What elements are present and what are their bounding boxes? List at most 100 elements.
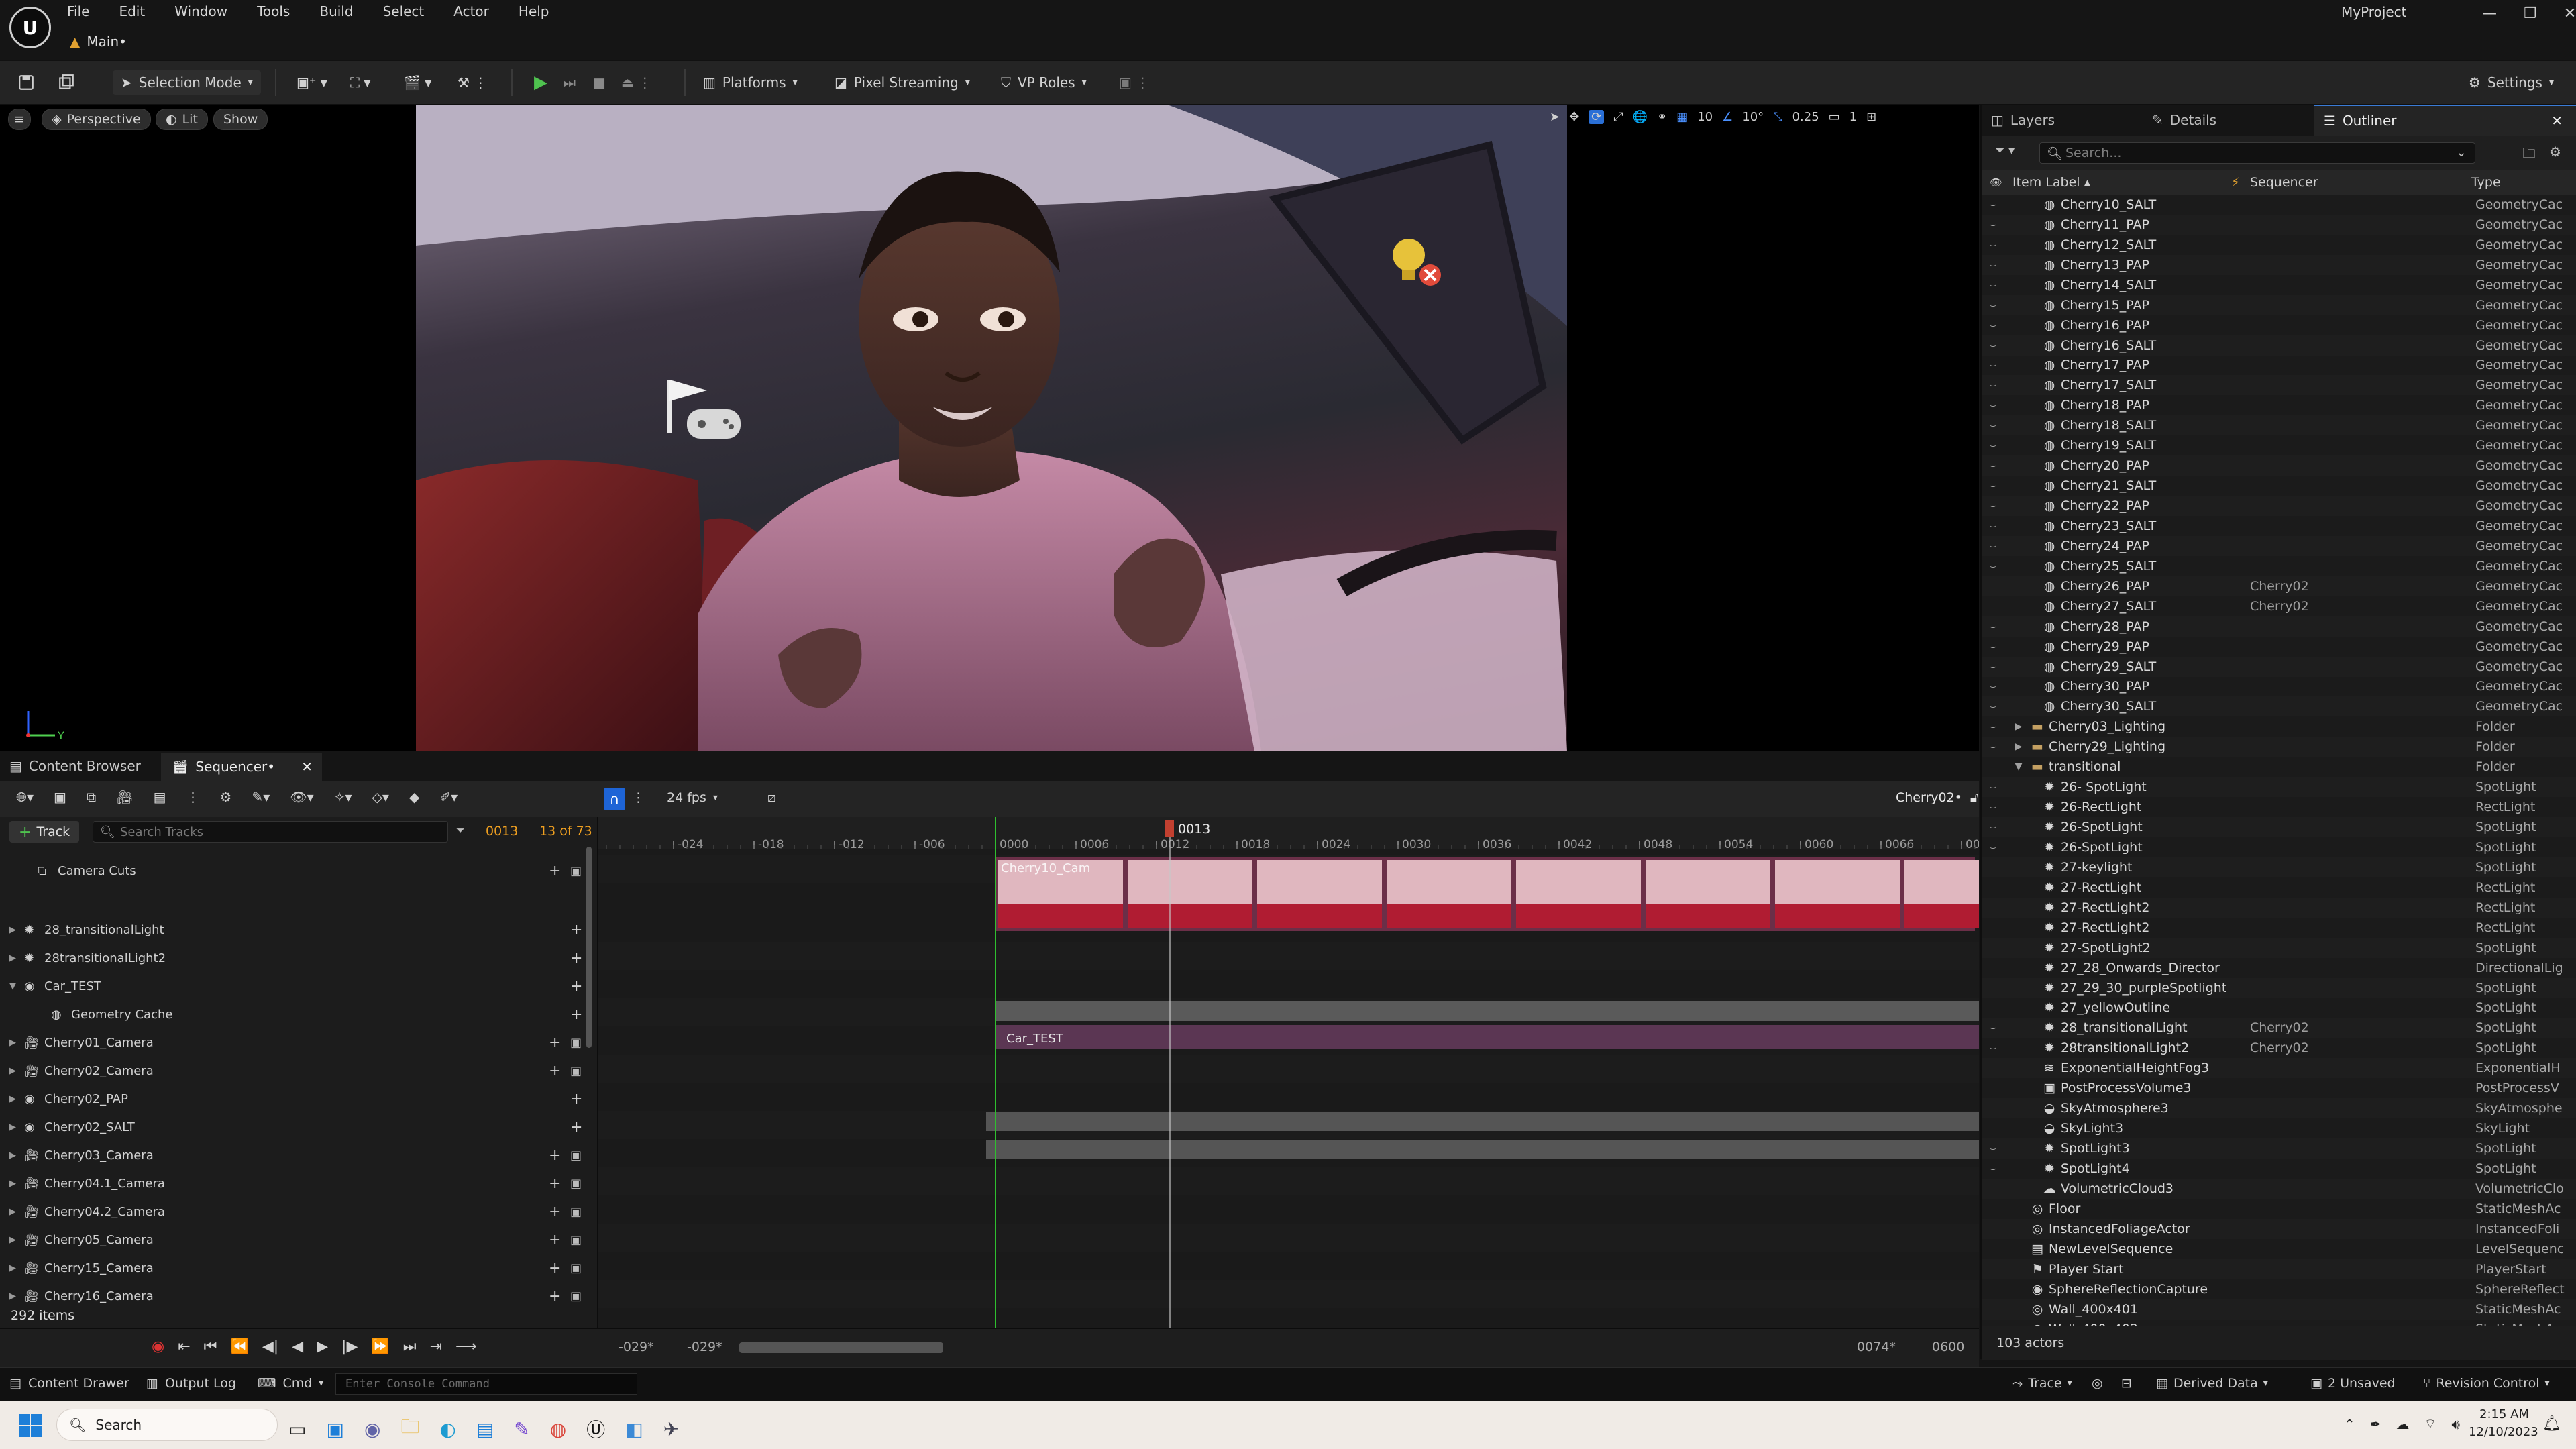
bird-app-icon[interactable]: ✈	[663, 1418, 679, 1440]
view-range-end[interactable]: 0074*	[1857, 1340, 1896, 1354]
derived-data-button[interactable]: ▦ Derived Data ▾	[2156, 1376, 2268, 1391]
track-row[interactable]: ▶ 🎥︎ Cherry05_Camera + ▣	[0, 1226, 588, 1253]
chrome-icon[interactable]: ◍	[550, 1418, 566, 1440]
visibility-eye-icon[interactable]: ⌣	[1990, 319, 2004, 331]
move-tool-icon[interactable]: ✥	[1569, 110, 1579, 124]
record-status-icon[interactable]: ◎	[2092, 1376, 2103, 1391]
filter-icon[interactable]: ⏷	[456, 824, 465, 837]
expand-arrow-right-icon[interactable]: ▶	[9, 1235, 16, 1245]
snap-magnet-icon[interactable]: ∩	[604, 788, 625, 810]
perspective-button[interactable]: ◈ Perspective	[42, 109, 151, 130]
visibility-eye-icon[interactable]: ⌣	[1990, 259, 2004, 271]
visibility-eye-icon[interactable]: ⌣	[1990, 841, 2004, 853]
add-subtrack-icon[interactable]: +	[570, 1006, 582, 1023]
visibility-eye-icon[interactable]: ⌣	[1990, 821, 2004, 833]
outliner-row[interactable]: ◒ SkyLight3 SkyLight	[1982, 1118, 2576, 1138]
rotation-snap-value[interactable]: 10°	[1742, 110, 1764, 124]
step-forward-icon[interactable]: |▶	[341, 1338, 358, 1355]
show-button[interactable]: Show	[213, 109, 268, 130]
outliner-row[interactable]: ⌣ ◍ Cherry18_PAP GeometryCac	[1982, 395, 2576, 415]
expand-arrow-down-icon[interactable]: ▼	[9, 981, 16, 991]
snap-more-icon[interactable]: ⋮	[632, 790, 645, 805]
track-row[interactable]: ▶ ◉ Cherry02_PAP +	[0, 1085, 588, 1112]
content-drawer-button[interactable]: ▤ Content Drawer	[9, 1376, 129, 1391]
playback-options-icon[interactable]: ⚙	[220, 789, 232, 805]
outliner-row[interactable]: ⌣ ◍ Cherry12_SALT GeometryCac	[1982, 235, 2576, 255]
cmd-dropdown[interactable]: ⌨ Cmd ▾	[258, 1376, 323, 1391]
visibility-eye-icon[interactable]: ⌣	[1990, 439, 2004, 451]
save-icon[interactable]	[9, 70, 43, 95]
rotation-snap-icon[interactable]: ∠	[1722, 110, 1733, 124]
visibility-eye-icon[interactable]: ⌣	[1990, 1163, 2004, 1175]
expand-arrow-right-icon[interactable]: ▶	[9, 1066, 16, 1076]
expand-arrow-right-icon[interactable]: ▶	[9, 1179, 16, 1189]
add-subtrack-icon[interactable]: +	[549, 1260, 561, 1277]
tab-layers[interactable]: ◫ Layers	[1991, 105, 2055, 136]
outliner-row[interactable]: ⌣ ✹ 26-RectLight RectLight	[1982, 797, 2576, 817]
clapboard-icon[interactable]: ▤	[154, 789, 166, 805]
unreal-taskbar-icon[interactable]: Ⓤ	[586, 1415, 605, 1442]
visibility-eye-icon[interactable]: ⌣	[1990, 419, 2004, 431]
level-viewport[interactable]: ≡ ◈ Perspective ◐ Lit Show ➤ ✥ ⟳ ⤢ 🌐 ⚭ ▦…	[0, 105, 1979, 751]
outliner-row[interactable]: ⌣ ✹ 26-SpotLight SpotLight	[1982, 817, 2576, 837]
timeline-scrollbar[interactable]	[739, 1342, 943, 1353]
console-command-input[interactable]: Enter Console Command	[335, 1373, 637, 1395]
outliner-row[interactable]: ⌣ ◍ Cherry16_PAP GeometryCac	[1982, 315, 2576, 335]
current-frame[interactable]: 0013	[486, 824, 518, 839]
menu-file[interactable]: File	[67, 3, 89, 19]
outliner-row[interactable]: ⌣ ◍ Cherry14_SALT GeometryCac	[1982, 275, 2576, 295]
menu-select[interactable]: Select	[383, 3, 425, 19]
camera-lock-icon[interactable]: ▣	[570, 1233, 582, 1247]
visibility-eye-icon[interactable]: ⌣	[1990, 239, 2004, 251]
expand-arrow-right-icon[interactable]: ▶	[9, 1291, 16, 1301]
outliner-row[interactable]: ⌣ ◍ Cherry29_PAP GeometryCac	[1982, 637, 2576, 657]
teams-icon[interactable]: ◉	[364, 1418, 380, 1440]
editor-taskbar-icon[interactable]: ◧	[625, 1418, 643, 1440]
expand-arrow-right-icon[interactable]: ▶	[9, 1150, 16, 1161]
vp-roles-button[interactable]: ⛉ VP Roles ▾	[993, 70, 1095, 95]
visibility-eye-icon[interactable]: ⌣	[1990, 359, 2004, 371]
clock[interactable]: 2:15 AM 12/10/2023	[2469, 1406, 2538, 1441]
outliner-row[interactable]: ▼ ▬ transitional Folder	[1982, 757, 2576, 777]
outliner-row[interactable]: ⌣ ◍ Cherry19_SALT GeometryCac	[1982, 435, 2576, 455]
outliner-row[interactable]: ⌣ ✹ 28_transitionalLight Cherry02 SpotLight	[1982, 1018, 2576, 1038]
surface-snap-icon[interactable]: ⚭	[1657, 110, 1667, 124]
col-item-label[interactable]: Item Label ▴	[2012, 175, 2090, 190]
add-subtrack-icon[interactable]: +	[549, 1063, 561, 1079]
key-options-icon[interactable]: ✧▾	[334, 789, 352, 805]
outliner-row[interactable]: ▣ PostProcessVolume3 PostProcessV	[1982, 1078, 2576, 1098]
visibility-eye-icon[interactable]: ⌣	[1990, 1142, 2004, 1155]
track-row[interactable]: ▶ ◉ Cherry02_SALT +	[0, 1114, 588, 1140]
add-folder-icon[interactable]: 🗀	[2522, 144, 2536, 166]
curve-editor-icon[interactable]: ⧄	[767, 789, 776, 805]
add-actor-button[interactable]: ▣⁺ ▾	[288, 70, 335, 95]
visibility-eye-icon[interactable]: ⌣	[1990, 700, 2004, 712]
timeline-canvas[interactable]: -024 -018 -012 -006 0000 0006 0012 0018 0024 0030…	[598, 817, 1979, 1328]
camera-lock-icon[interactable]: ▣	[570, 1261, 582, 1275]
outliner-row[interactable]: ⌣ ▶ ▬ Cherry29_Lighting Folder	[1982, 737, 2576, 757]
menu-help[interactable]: Help	[519, 3, 549, 19]
expand-arrow-down-icon[interactable]: ▼	[2012, 761, 2025, 773]
scale-snap-value[interactable]: 0.25	[1792, 110, 1819, 124]
camera-speed-icon[interactable]: ▭	[1829, 110, 1840, 124]
track-row[interactable]: ▶ 🎥︎ Cherry03_Camera + ▣	[0, 1142, 588, 1169]
expand-arrow-right-icon[interactable]: ▶	[9, 1263, 16, 1273]
outliner-row[interactable]: ⌣ ◍ Cherry10_SALT GeometryCac	[1982, 195, 2576, 215]
play-reverse-icon[interactable]: ◀	[292, 1338, 303, 1355]
outliner-row[interactable]: ⌣ ✹ SpotLight4 SpotLight	[1982, 1159, 2576, 1179]
viewport-render[interactable]	[416, 105, 1567, 751]
camera-lock-icon[interactable]: ▣	[570, 1064, 582, 1078]
select-tool-icon[interactable]: ➤	[1550, 110, 1560, 124]
working-range-end[interactable]: 0600	[1932, 1340, 1964, 1354]
outliner-row[interactable]: ✹ 27-RectLight2 RectLight	[1982, 897, 2576, 918]
add-subtrack-icon[interactable]: +	[549, 1034, 561, 1051]
visibility-column-icon[interactable]: 👁︎	[1990, 176, 2002, 189]
outliner-row[interactable]: ☁ VolumetricCloud3 VolumetricClo	[1982, 1178, 2576, 1199]
cloud-icon[interactable]: ☁	[2396, 1416, 2410, 1432]
edit-icon[interactable]: ✐▾	[439, 789, 458, 805]
notification-bell-icon[interactable]: 🔔︎	[2542, 1415, 2561, 1432]
source-control-button[interactable]: ▣ ⋮	[1111, 70, 1157, 95]
loop-icon[interactable]: ⟶	[455, 1338, 477, 1355]
add-subtrack-icon[interactable]: +	[549, 1232, 561, 1248]
lit-button[interactable]: ◐ Lit	[156, 109, 208, 130]
